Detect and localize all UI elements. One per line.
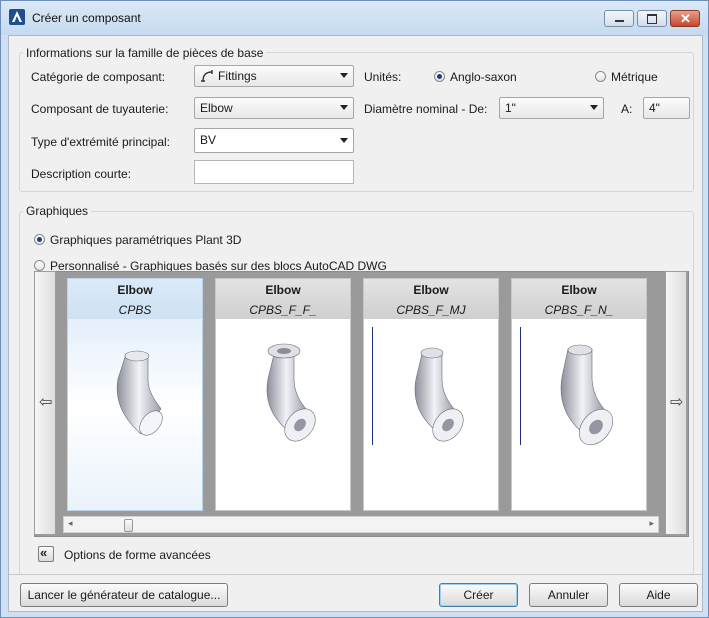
units-metric-label[interactable]: Métrique xyxy=(611,70,658,84)
to-label: A: xyxy=(621,102,633,116)
elbow-3d-icon xyxy=(116,350,163,436)
divider-line xyxy=(520,327,521,445)
minimize-button[interactable] xyxy=(604,10,634,27)
nominal-to-combobox[interactable]: 4" xyxy=(643,97,690,119)
dropdown-arrow-icon xyxy=(340,105,348,110)
nominal-to-value: 4" xyxy=(649,101,660,115)
shape-card-code: CPBS_F_F_ xyxy=(249,303,317,317)
help-button[interactable]: Aide xyxy=(619,583,698,607)
end-type-value: BV xyxy=(200,133,217,147)
nominal-diameter-label: Diamètre nominal - De: xyxy=(364,102,488,116)
maximize-button[interactable] xyxy=(637,10,667,27)
nominal-from-value: 1" xyxy=(505,101,516,115)
units-anglo-label[interactable]: Anglo-saxon xyxy=(450,70,517,84)
close-button[interactable]: ✕ xyxy=(670,10,700,27)
maximize-icon xyxy=(647,14,657,24)
base-family-legend: Informations sur la famille de pièces de… xyxy=(23,46,267,60)
dropdown-arrow-icon xyxy=(340,138,348,143)
autocad-plant-app-icon xyxy=(9,9,25,25)
shape-gallery: ⇦ Elbow CPBS Elbow CPBS_F_F_ Elbow CPBS_… xyxy=(34,271,689,537)
end-type-combobox[interactable]: BV xyxy=(194,128,354,153)
window-title: Créer un composant xyxy=(32,11,141,25)
arrow-left-icon: ⇦ xyxy=(39,394,53,411)
shape-card[interactable]: Elbow CPBS_F_F_ xyxy=(215,278,351,511)
scroll-left-icon: ◂ xyxy=(68,518,73,528)
pipe-component-label: Composant de tuyauterie: xyxy=(31,102,169,116)
flanged-n-elbow-3d-icon xyxy=(560,344,614,446)
shape-card-name: Elbow xyxy=(561,283,597,297)
flanged-elbow-3d-icon xyxy=(266,343,316,442)
dialog-client-area: Informations sur la famille de pièces de… xyxy=(8,35,703,612)
gallery-next-button[interactable]: ⇨ xyxy=(665,271,687,535)
cancel-button[interactable]: Annuler xyxy=(529,583,608,607)
arrow-right-icon: ⇨ xyxy=(670,394,684,411)
catalog-builder-button[interactable]: Lancer le générateur de catalogue... xyxy=(20,583,228,607)
pipe-component-combobox[interactable]: Elbow xyxy=(194,97,354,119)
short-description-field[interactable] xyxy=(194,160,354,184)
shape-card-code: CPBS xyxy=(118,303,152,317)
shape-card[interactable]: Elbow CPBS xyxy=(67,278,203,511)
scrollbar-thumb[interactable] xyxy=(124,519,133,532)
flanged-mj-elbow-3d-icon xyxy=(414,347,464,442)
scroll-right-icon: ▸ xyxy=(649,518,654,528)
minimize-icon xyxy=(615,20,624,22)
units-metric-radio[interactable] xyxy=(595,71,606,82)
pipe-component-value: Elbow xyxy=(200,101,233,115)
parametric-graphics-radio[interactable] xyxy=(34,234,45,245)
advanced-options-toggle[interactable]: « xyxy=(38,545,54,562)
dropdown-arrow-icon xyxy=(340,73,348,78)
gallery-prev-button[interactable]: ⇦ xyxy=(34,271,56,535)
gallery-horizontal-scrollbar[interactable]: ◂ ▸ xyxy=(63,516,659,533)
shape-card-name: Elbow xyxy=(413,283,449,297)
shape-card-code: CPBS_F_N_ xyxy=(544,303,614,317)
custom-graphics-radio[interactable] xyxy=(34,260,45,271)
category-label: Catégorie de composant: xyxy=(31,70,166,84)
units-label: Unités: xyxy=(364,70,402,84)
dropdown-arrow-icon xyxy=(590,105,598,110)
shape-card[interactable]: Elbow CPBS_F_MJ xyxy=(363,278,499,511)
title-bar[interactable]: Créer un composant ✕ xyxy=(1,1,708,35)
short-description-label: Description courte: xyxy=(31,167,132,181)
divider-line xyxy=(372,327,373,445)
fitting-elbow-icon xyxy=(201,70,213,82)
close-icon: ✕ xyxy=(680,11,691,26)
shape-card-name: Elbow xyxy=(117,283,153,297)
graphics-legend: Graphiques xyxy=(23,204,92,218)
parametric-graphics-label[interactable]: Graphiques paramétriques Plant 3D xyxy=(50,233,241,247)
double-chevron-left-icon: « xyxy=(40,545,48,560)
shape-card[interactable]: Elbow CPBS_F_N_ xyxy=(511,278,647,511)
end-type-label: Type d'extrémité principal: xyxy=(31,135,171,149)
category-combobox[interactable]: Fittings xyxy=(194,65,354,87)
footer-separator xyxy=(9,574,702,575)
nominal-from-combobox[interactable]: 1" xyxy=(499,97,604,119)
shape-card-name: Elbow xyxy=(265,283,301,297)
advanced-options-label[interactable]: Options de forme avancées xyxy=(64,548,211,562)
category-value: Fittings xyxy=(218,69,257,83)
dialog-window: Créer un composant ✕ Informations sur la… xyxy=(0,0,709,618)
shape-card-code: CPBS_F_MJ xyxy=(396,303,466,317)
create-button[interactable]: Créer xyxy=(439,583,518,607)
units-anglo-radio[interactable] xyxy=(434,71,445,82)
